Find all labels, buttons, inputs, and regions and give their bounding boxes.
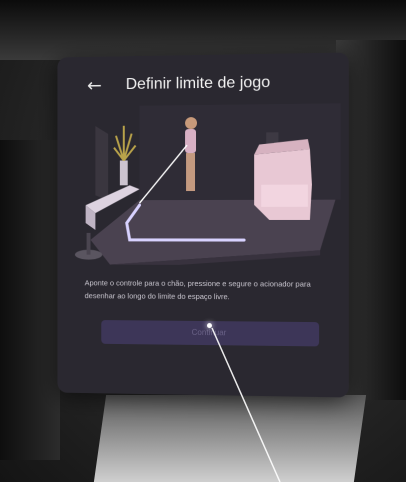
plant-pot — [119, 160, 128, 186]
back-button[interactable]: ← — [83, 74, 106, 98]
page-title: Definir limite de jogo — [125, 73, 271, 93]
tv-icon — [95, 125, 109, 201]
instruction-text: Aponte o controle para o chão, pressione… — [84, 278, 311, 302]
sofa-icon — [254, 149, 312, 220]
background-floor — [93, 395, 367, 482]
side-table-leg — [86, 232, 91, 255]
guardian-setup-dialog: ← Definir limite de jogo Aponte o contro… — [57, 52, 349, 398]
vr-passthrough-scene: ← Definir limite de jogo Aponte o contro… — [0, 0, 406, 482]
sofa-seat — [261, 184, 308, 207]
person-torso — [185, 129, 197, 154]
controller-pointer-dot — [206, 323, 212, 329]
background-shelf — [0, 140, 60, 460]
person-legs — [186, 153, 196, 192]
arrow-left-icon: ← — [87, 75, 102, 97]
dialog-header: ← Definir limite de jogo — [57, 71, 348, 105]
room-illustration — [74, 103, 341, 266]
plant-icon — [114, 126, 136, 161]
